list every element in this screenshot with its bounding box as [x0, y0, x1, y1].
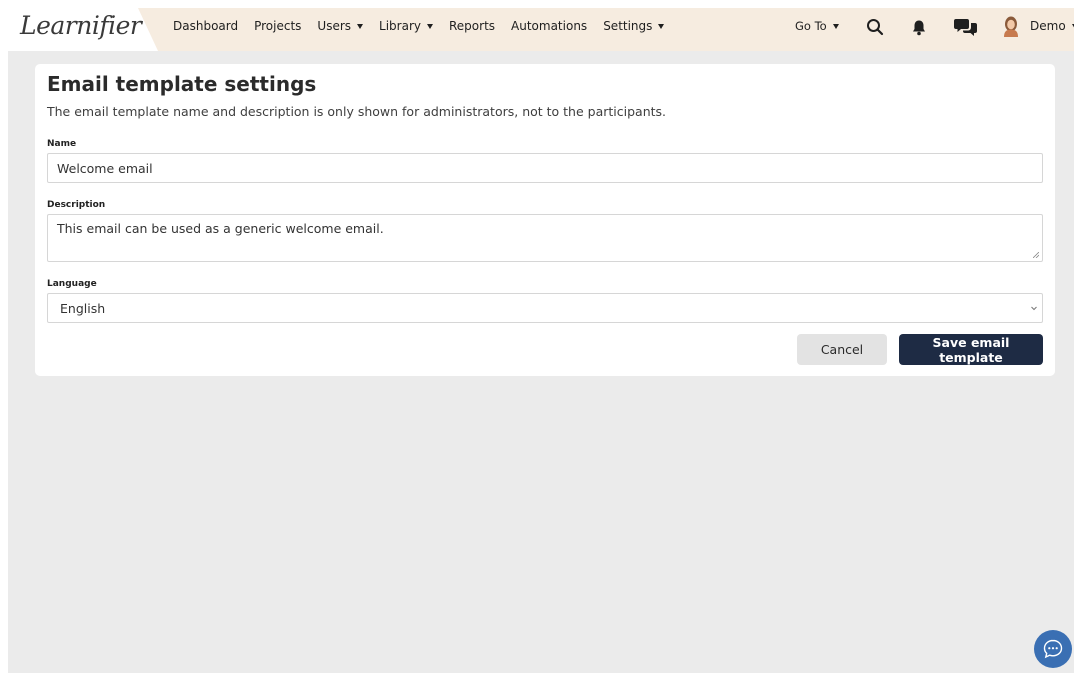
name-field-label: Name: [47, 139, 77, 149]
goto-label: Go To: [795, 19, 827, 33]
nav-item-reports[interactable]: Reports: [449, 19, 495, 33]
user-avatar-icon: [1004, 16, 1018, 37]
page-description: The email template name and description …: [47, 104, 667, 119]
main-nav: Dashboard Projects Users Library Reports…: [173, 8, 680, 44]
caret-down-icon: [357, 23, 364, 29]
logo-tab[interactable]: Learnifier: [8, 8, 158, 51]
nav-item-settings[interactable]: Settings: [603, 19, 665, 33]
language-select[interactable]: English: [47, 293, 1043, 323]
description-textarea[interactable]: This email can be used as a generic welc…: [47, 214, 1043, 262]
nav-item-label: Reports: [449, 19, 496, 33]
caret-down-icon: [658, 23, 665, 29]
chat-bubbles-icon: [954, 19, 977, 36]
chevron-down-icon: [1031, 306, 1037, 311]
nav-item-label: Projects: [254, 19, 302, 33]
description-field-label: Description: [47, 200, 106, 210]
brand-logo[interactable]: Learnifier: [20, 11, 142, 40]
search-button[interactable]: [864, 16, 886, 38]
caret-down-icon: [832, 23, 839, 29]
nav-item-label: Dashboard: [173, 19, 239, 33]
app-frame: Learnifier Dashboard Projects Users Libr…: [8, 8, 1074, 673]
page-title: Email template settings: [47, 72, 317, 96]
email-template-settings-card: Email template settings The email templa…: [35, 64, 1055, 376]
user-menu-button[interactable]: Demo: [1030, 19, 1074, 33]
nav-item-projects[interactable]: Projects: [254, 19, 301, 33]
support-chat-icon: [1043, 639, 1063, 659]
caret-down-icon: [427, 23, 433, 29]
nav-item-dashboard[interactable]: Dashboard: [173, 19, 238, 33]
search-icon: [867, 19, 884, 36]
nav-item-label: Automations: [511, 19, 588, 33]
nav-item-label: Users: [317, 19, 352, 33]
name-input[interactable]: [47, 153, 1043, 183]
save-email-template-button[interactable]: Save email template: [899, 334, 1043, 365]
cancel-button[interactable]: Cancel: [797, 334, 887, 365]
nav-item-library[interactable]: Library: [379, 19, 433, 33]
goto-button[interactable]: Go To: [795, 19, 839, 33]
messages-button[interactable]: [953, 16, 979, 38]
nav-item-automations[interactable]: Automations: [511, 19, 587, 33]
support-chat-button[interactable]: [1034, 630, 1072, 668]
goto-menu[interactable]: Go To: [795, 8, 839, 44]
bell-icon: [913, 20, 925, 35]
nav-item-label: Settings: [603, 19, 653, 33]
notifications-button[interactable]: [908, 16, 930, 38]
top-navigation-bar: Learnifier Dashboard Projects Users Libr…: [8, 8, 1074, 51]
resize-handle-icon[interactable]: [1033, 252, 1039, 258]
nav-item-label: Library: [379, 19, 421, 33]
language-selected-value: English: [60, 300, 106, 316]
language-field-label: Language: [47, 279, 97, 289]
nav-item-users[interactable]: Users: [317, 19, 364, 33]
user-name: Demo: [1030, 19, 1066, 33]
user-menu[interactable]: Demo: [1002, 8, 1074, 44]
